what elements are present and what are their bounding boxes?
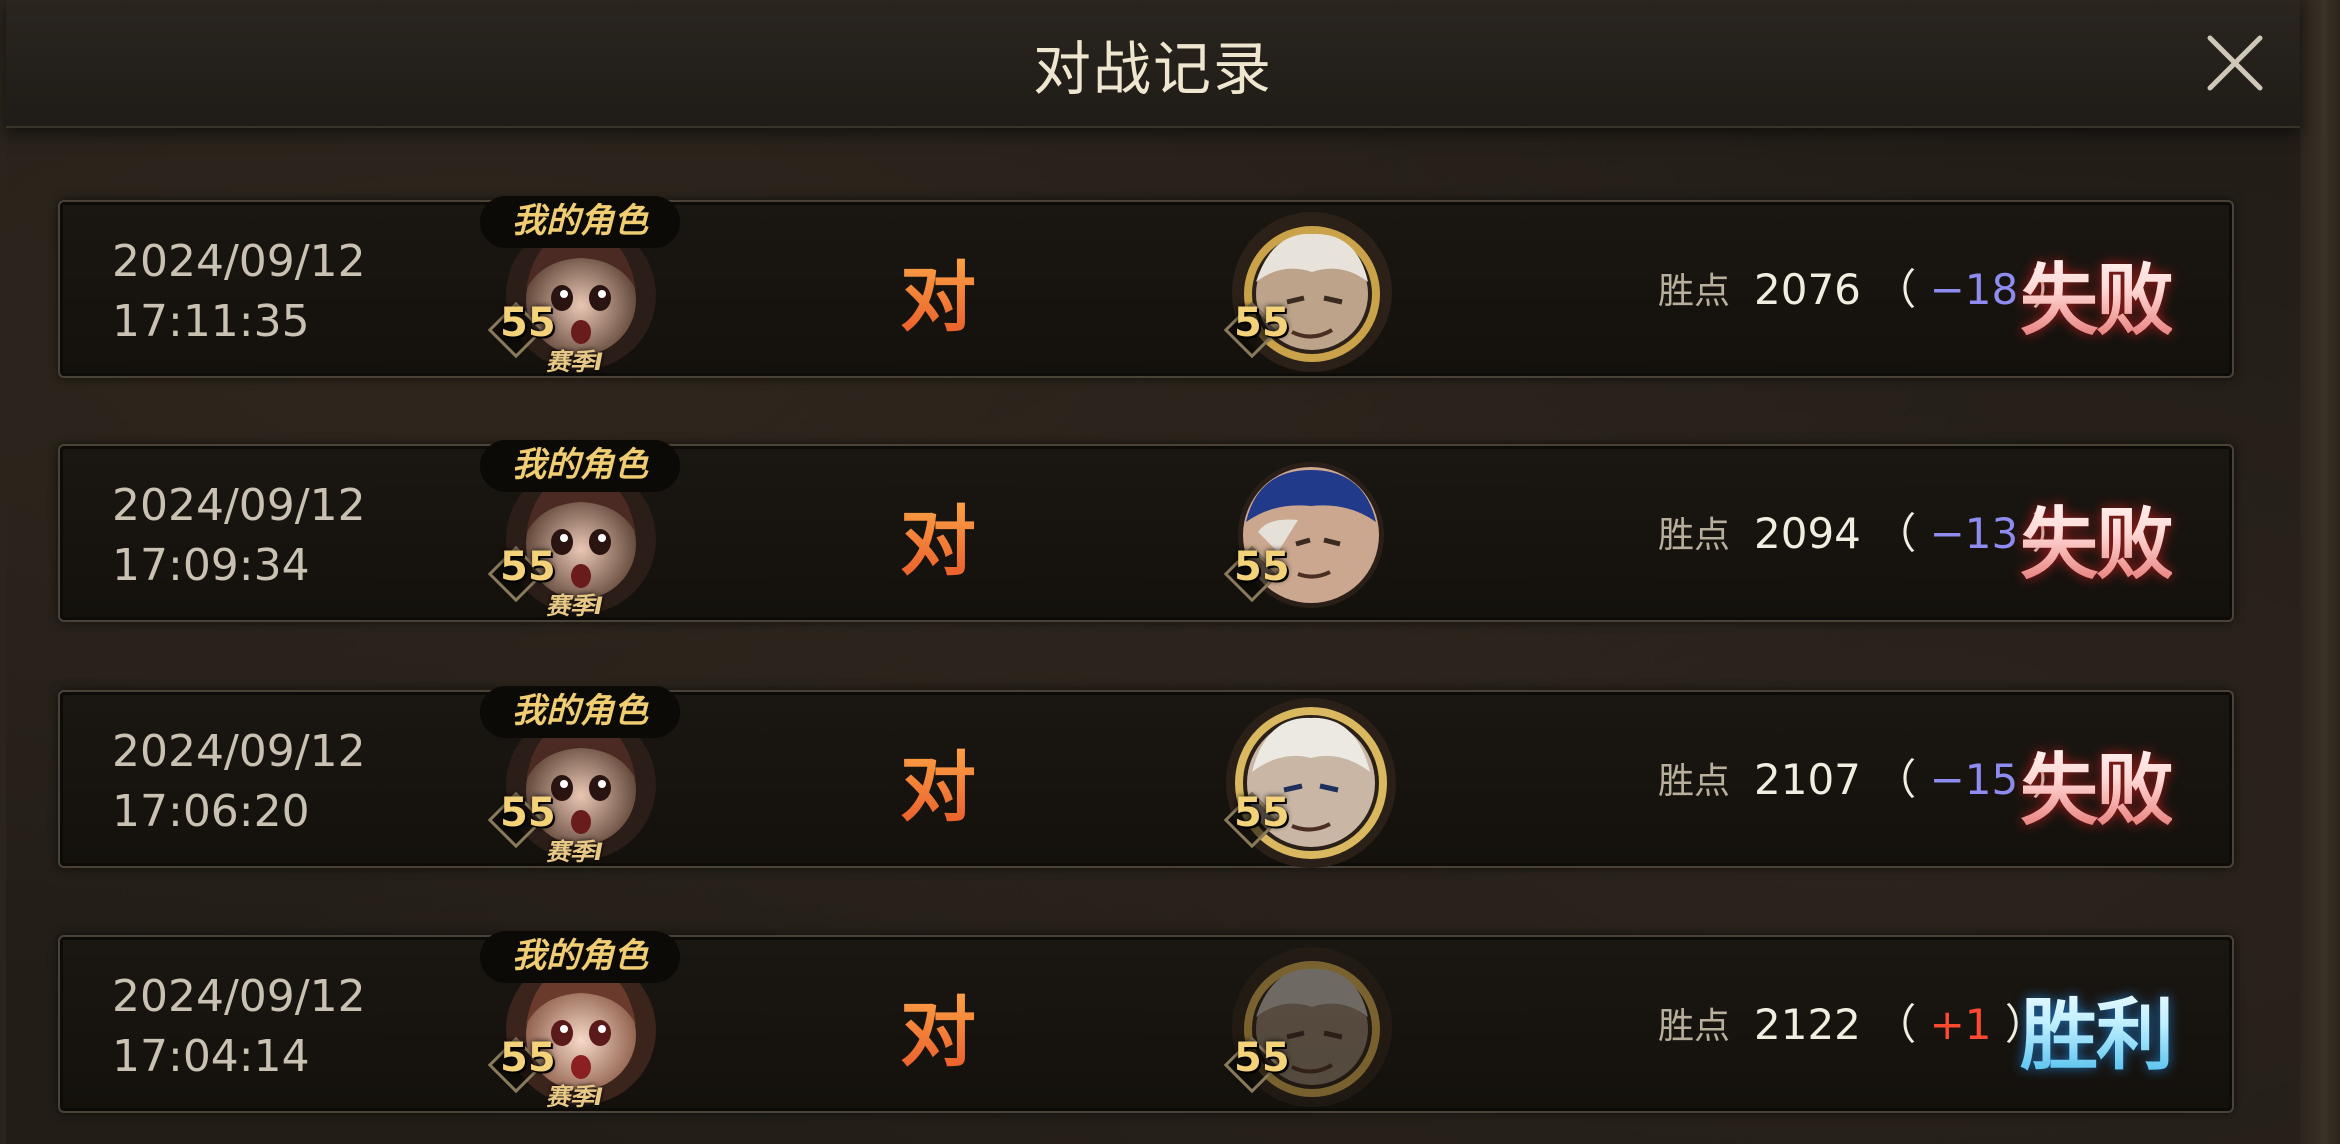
season-tag: 赛季Ⅰ xyxy=(546,838,603,866)
season-tag: 赛季Ⅰ xyxy=(546,1083,603,1111)
close-button[interactable] xyxy=(2202,30,2268,96)
points-delta: −13 xyxy=(1929,509,2019,558)
points-label: 胜点 xyxy=(1658,1006,1731,1047)
season-tag: 赛季Ⅰ xyxy=(546,348,603,376)
points-number: 2076 xyxy=(1754,265,1861,314)
points-delta: +1 xyxy=(1929,1000,1992,1049)
vs-label: 对 xyxy=(900,236,976,346)
record-row[interactable]: 2024/09/12 17:04:14 我的角色 55 赛季Ⅰ 对 55 胜点 … xyxy=(58,931,2234,1113)
record-time: 17:04:14 xyxy=(112,1031,310,1082)
paren-open: （ xyxy=(1874,1000,1930,1049)
record-time: 17:11:35 xyxy=(112,296,310,347)
opponent-level: 55 xyxy=(1234,300,1290,346)
result-lose-label: 失败 xyxy=(2020,728,2174,840)
record-row[interactable]: 2024/09/12 17:06:20 我的角色 55 赛季Ⅰ 对 55 胜点 … xyxy=(58,686,2234,868)
record-date: 2024/09/12 xyxy=(112,726,366,777)
points-number: 2107 xyxy=(1754,755,1861,804)
vs-label: 对 xyxy=(900,480,976,590)
points-value: 2122 （ +1 ） xyxy=(1754,991,2047,1052)
my-character-tag: 我的角色 xyxy=(480,196,680,248)
result-lose-label: 失败 xyxy=(2020,482,2174,594)
my-character-tag: 我的角色 xyxy=(480,931,680,983)
record-row[interactable]: 2024/09/12 17:11:35 我的角色 55 赛季Ⅰ 对 55 胜点 … xyxy=(58,196,2234,378)
season-tag: 赛季Ⅰ xyxy=(546,592,603,620)
opponent-level: 55 xyxy=(1234,790,1290,836)
record-time: 17:06:20 xyxy=(112,786,310,837)
my-level: 55 xyxy=(500,300,556,346)
record-date: 2024/09/12 xyxy=(112,480,366,531)
paren-open: （ xyxy=(1874,265,1930,314)
record-datetime: 2024/09/12 17:09:34 xyxy=(112,476,366,596)
paren-open: （ xyxy=(1874,509,1930,558)
background-edge-right xyxy=(2300,0,2340,1144)
points-number: 2094 xyxy=(1754,509,1861,558)
result-lose-label: 失败 xyxy=(2020,238,2174,350)
points-label: 胜点 xyxy=(1658,271,1731,312)
points-label: 胜点 xyxy=(1658,761,1731,802)
record-row[interactable]: 2024/09/12 17:09:34 我的角色 55 赛季Ⅰ 对 55 胜点 … xyxy=(58,440,2234,622)
my-character-tag: 我的角色 xyxy=(480,440,680,492)
my-level: 55 xyxy=(500,544,556,590)
battle-record-dialog: 对战记录 2024/09/12 17:11:35 我的角色 55 赛季Ⅰ 对 5… xyxy=(6,0,2300,1144)
my-level: 55 xyxy=(500,1035,556,1081)
record-datetime: 2024/09/12 17:11:35 xyxy=(112,232,366,352)
points-delta: −18 xyxy=(1929,265,2019,314)
record-date: 2024/09/12 xyxy=(112,236,366,287)
points-delta: −15 xyxy=(1929,755,2019,804)
dialog-title: 对战记录 xyxy=(1032,35,1273,103)
result-win-label: 胜利 xyxy=(2020,973,2174,1085)
close-icon xyxy=(2207,35,2263,91)
points-number: 2122 xyxy=(1754,1000,1861,1049)
my-level: 55 xyxy=(500,790,556,836)
opponent-level: 55 xyxy=(1234,1035,1290,1081)
record-date: 2024/09/12 xyxy=(112,971,366,1022)
vs-label: 对 xyxy=(900,971,976,1081)
dialog-header: 对战记录 xyxy=(6,0,2300,128)
opponent-level: 55 xyxy=(1234,544,1290,590)
record-time: 17:09:34 xyxy=(112,540,310,591)
vs-label: 对 xyxy=(900,726,976,836)
paren-open: （ xyxy=(1874,755,1930,804)
record-datetime: 2024/09/12 17:06:20 xyxy=(112,722,366,842)
my-character-tag: 我的角色 xyxy=(480,686,680,738)
points-label: 胜点 xyxy=(1658,515,1731,556)
record-datetime: 2024/09/12 17:04:14 xyxy=(112,967,366,1087)
